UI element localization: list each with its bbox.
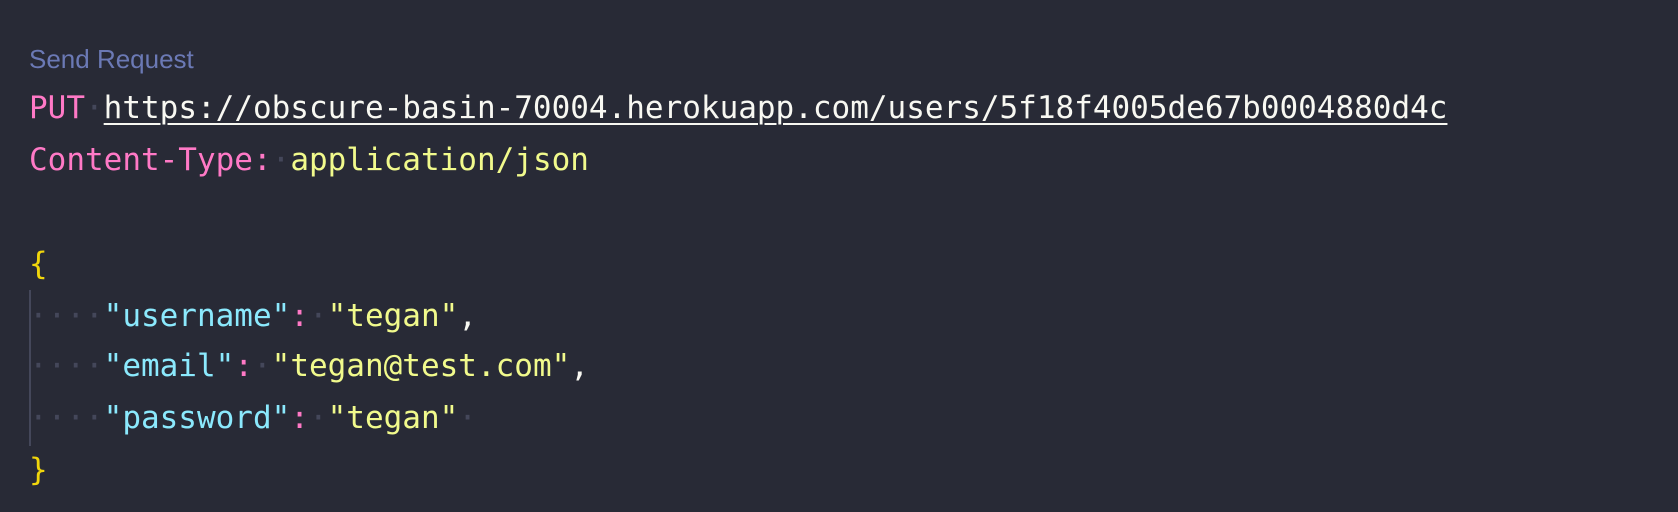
whitespace-marker: · <box>85 90 104 126</box>
indent-whitespace: ···· <box>29 298 104 334</box>
json-key: "email" <box>103 348 235 384</box>
json-value: "tegan" <box>327 298 459 334</box>
json-colon: : <box>234 348 253 384</box>
json-value: "tegan@test.com" <box>271 348 571 384</box>
json-field-email: ····"email":·"tegan@test.com", <box>29 340 589 392</box>
json-close-line: } <box>29 444 48 496</box>
whitespace-marker: · <box>271 142 291 178</box>
request-url-link[interactable]: https://obscure-basin-70004.herokuapp.co… <box>104 90 1448 126</box>
header-line: Content-Type:·application/json <box>29 134 589 186</box>
http-request-editor[interactable]: Send Request PUT·https://obscure-basin-7… <box>0 0 1678 512</box>
json-value: "tegan" <box>327 400 459 436</box>
json-open-brace: { <box>29 246 48 282</box>
json-open-line: { <box>29 238 48 290</box>
whitespace-marker: · <box>252 348 272 384</box>
json-comma: , <box>458 298 477 334</box>
json-field-username: ····"username":·"tegan", <box>29 290 477 342</box>
indent-whitespace: ···· <box>29 400 104 436</box>
json-key: "username" <box>103 298 291 334</box>
json-colon: : <box>290 298 309 334</box>
json-colon: : <box>290 400 309 436</box>
header-name: Content-Type: <box>29 142 272 178</box>
http-method: PUT <box>29 90 85 126</box>
json-close-brace: } <box>29 452 48 488</box>
whitespace-marker: · <box>308 298 328 334</box>
json-field-password: ····"password":·"tegan"· <box>29 392 477 444</box>
json-key: "password" <box>103 400 291 436</box>
request-line: PUT·https://obscure-basin-70004.herokuap… <box>29 82 1447 134</box>
json-comma: , <box>570 348 589 384</box>
whitespace-marker: · <box>308 400 328 436</box>
send-request-codelens[interactable]: Send Request <box>29 41 194 77</box>
whitespace-marker: · <box>458 400 477 436</box>
header-value: application/json <box>290 142 589 178</box>
indent-whitespace: ···· <box>29 348 104 384</box>
